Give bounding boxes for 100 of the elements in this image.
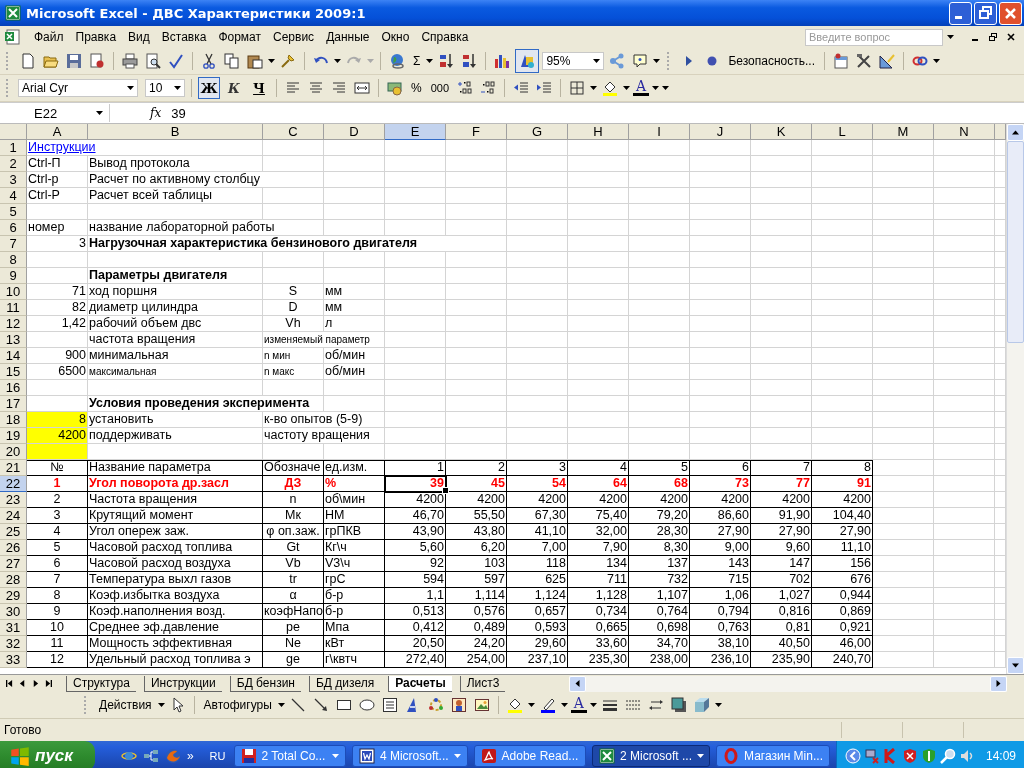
row-header[interactable]: 22 bbox=[0, 476, 27, 492]
column-header[interactable]: L bbox=[812, 124, 873, 140]
row-header[interactable]: 5 bbox=[0, 204, 27, 220]
caret-icon[interactable] bbox=[157, 703, 165, 707]
link[interactable]: Инструкции bbox=[27, 140, 263, 156]
print-preview-icon[interactable] bbox=[143, 51, 163, 71]
menu-item[interactable]: Правка bbox=[69, 28, 123, 46]
row-header[interactable]: 33 bbox=[0, 652, 27, 668]
row-header[interactable]: 30 bbox=[0, 604, 27, 620]
scroll-left-button[interactable] bbox=[569, 675, 587, 692]
close-icon[interactable] bbox=[1006, 32, 1016, 42]
sheet-tab[interactable]: Лист3 bbox=[459, 675, 506, 692]
scroll-down-button[interactable] bbox=[1007, 657, 1024, 674]
row-header[interactable]: 27 bbox=[0, 556, 27, 572]
row-header[interactable]: 32 bbox=[0, 636, 27, 652]
caret-icon[interactable] bbox=[127, 86, 134, 90]
more-button[interactable]: » bbox=[186, 749, 194, 763]
scroll-right-button[interactable] bbox=[990, 675, 1007, 692]
column-header[interactable]: C bbox=[263, 124, 324, 140]
scroll-thumb[interactable] bbox=[1007, 141, 1024, 343]
menu-item[interactable]: Файл bbox=[28, 28, 70, 46]
shield-icon[interactable] bbox=[920, 748, 937, 764]
column-header[interactable]: E bbox=[385, 124, 446, 140]
menu-item[interactable]: Окно bbox=[375, 28, 416, 46]
printer-icon[interactable] bbox=[120, 51, 140, 71]
format-button[interactable]: Ч bbox=[248, 77, 270, 99]
column-header[interactable]: M bbox=[873, 124, 934, 140]
cube-icon[interactable] bbox=[692, 695, 712, 715]
sheet-tab[interactable]: Расчеты bbox=[388, 675, 452, 692]
column-header[interactable]: B bbox=[88, 124, 263, 140]
menu-item[interactable]: Вставка bbox=[155, 28, 213, 46]
caret-icon[interactable] bbox=[933, 59, 940, 63]
zoom-dropdown[interactable]: 95% bbox=[542, 52, 605, 70]
column-header[interactable]: H bbox=[568, 124, 629, 140]
search-icon[interactable] bbox=[939, 748, 956, 764]
caret-icon[interactable] bbox=[593, 59, 601, 63]
column-header[interactable]: J bbox=[690, 124, 751, 140]
caret-icon[interactable] bbox=[268, 59, 275, 63]
security-button[interactable]: Безопасность... bbox=[725, 54, 818, 68]
column-header[interactable]: I bbox=[629, 124, 690, 140]
row-header[interactable]: 24 bbox=[0, 508, 27, 524]
sheet-tab[interactable]: БД бензин bbox=[229, 675, 301, 692]
row-header[interactable]: 19 bbox=[0, 428, 27, 444]
column-header[interactable]: D bbox=[324, 124, 385, 140]
menu-item[interactable]: Вид bbox=[122, 28, 156, 46]
column-header[interactable]: K bbox=[751, 124, 812, 140]
sum-button[interactable]: Σ bbox=[410, 54, 424, 68]
row-header[interactable]: 26 bbox=[0, 540, 27, 556]
format-button[interactable]: К bbox=[223, 77, 245, 99]
formula-field[interactable]: 39 bbox=[169, 105, 1024, 121]
first-sheet-icon[interactable] bbox=[6, 680, 13, 687]
sheet-tab[interactable]: Структура bbox=[66, 675, 136, 692]
help-search-field[interactable]: Введите вопрос bbox=[805, 28, 943, 46]
language-indicator[interactable]: RU bbox=[201, 750, 234, 762]
percent-button[interactable]: % bbox=[408, 81, 425, 95]
taskbar-button[interactable]: 2 Total Co... bbox=[233, 745, 346, 767]
taskbar-button[interactable]: Магазин Min... bbox=[716, 745, 830, 767]
shadow-icon[interactable] bbox=[669, 695, 689, 715]
row-header[interactable]: 21 bbox=[0, 460, 27, 476]
caret-icon[interactable] bbox=[426, 59, 434, 63]
row-header[interactable]: 14 bbox=[0, 348, 27, 364]
save-icon[interactable] bbox=[64, 51, 84, 71]
copy-icon[interactable] bbox=[222, 51, 242, 71]
row-header[interactable]: 20 bbox=[0, 444, 27, 460]
row-header[interactable]: 25 bbox=[0, 524, 27, 540]
caret-icon[interactable] bbox=[715, 703, 722, 707]
row-header[interactable]: 17 bbox=[0, 396, 27, 412]
row-header[interactable]: 3 bbox=[0, 172, 27, 188]
caret-icon[interactable] bbox=[623, 86, 631, 90]
menu-item[interactable]: Формат bbox=[212, 28, 268, 46]
taskbar-button[interactable]: Adobe Read... bbox=[473, 745, 586, 767]
menu-item[interactable]: Справка bbox=[415, 28, 475, 46]
caret-icon[interactable] bbox=[527, 703, 535, 707]
menu-item[interactable]: Сервис bbox=[267, 28, 321, 46]
menu-item[interactable]: Данные bbox=[320, 28, 376, 46]
scroll-up-button[interactable] bbox=[1007, 124, 1024, 141]
autoshapes-menu[interactable]: Автофигуры bbox=[200, 698, 275, 712]
caret-icon[interactable] bbox=[590, 703, 597, 707]
font-color-button[interactable]: A bbox=[570, 697, 587, 713]
shield-icon[interactable] bbox=[901, 748, 918, 764]
drawing-button[interactable] bbox=[515, 49, 540, 73]
network-icon[interactable] bbox=[863, 748, 880, 764]
row-header[interactable]: 10 bbox=[0, 284, 27, 300]
calendar-icon[interactable] bbox=[831, 51, 851, 71]
restore-button[interactable] bbox=[974, 1, 997, 25]
row-header[interactable]: 28 bbox=[0, 572, 27, 588]
column-header[interactable]: A bbox=[27, 124, 88, 140]
row-header[interactable]: 23 bbox=[0, 492, 27, 508]
row-header[interactable]: 13 bbox=[0, 332, 27, 348]
sheet-tab[interactable]: БД дизеля bbox=[309, 675, 381, 692]
column-header[interactable]: F bbox=[446, 124, 507, 140]
caret-icon[interactable] bbox=[653, 59, 661, 63]
minimize-button[interactable] bbox=[949, 1, 972, 25]
next-sheet-icon[interactable] bbox=[32, 680, 39, 687]
vertical-scrollbar[interactable] bbox=[1006, 124, 1024, 674]
font-size-dropdown[interactable]: 10 bbox=[145, 79, 185, 97]
caret-icon[interactable] bbox=[277, 703, 285, 707]
caret-icon[interactable] bbox=[947, 35, 954, 39]
row-header[interactable]: 29 bbox=[0, 588, 27, 604]
close-button[interactable] bbox=[999, 1, 1022, 25]
